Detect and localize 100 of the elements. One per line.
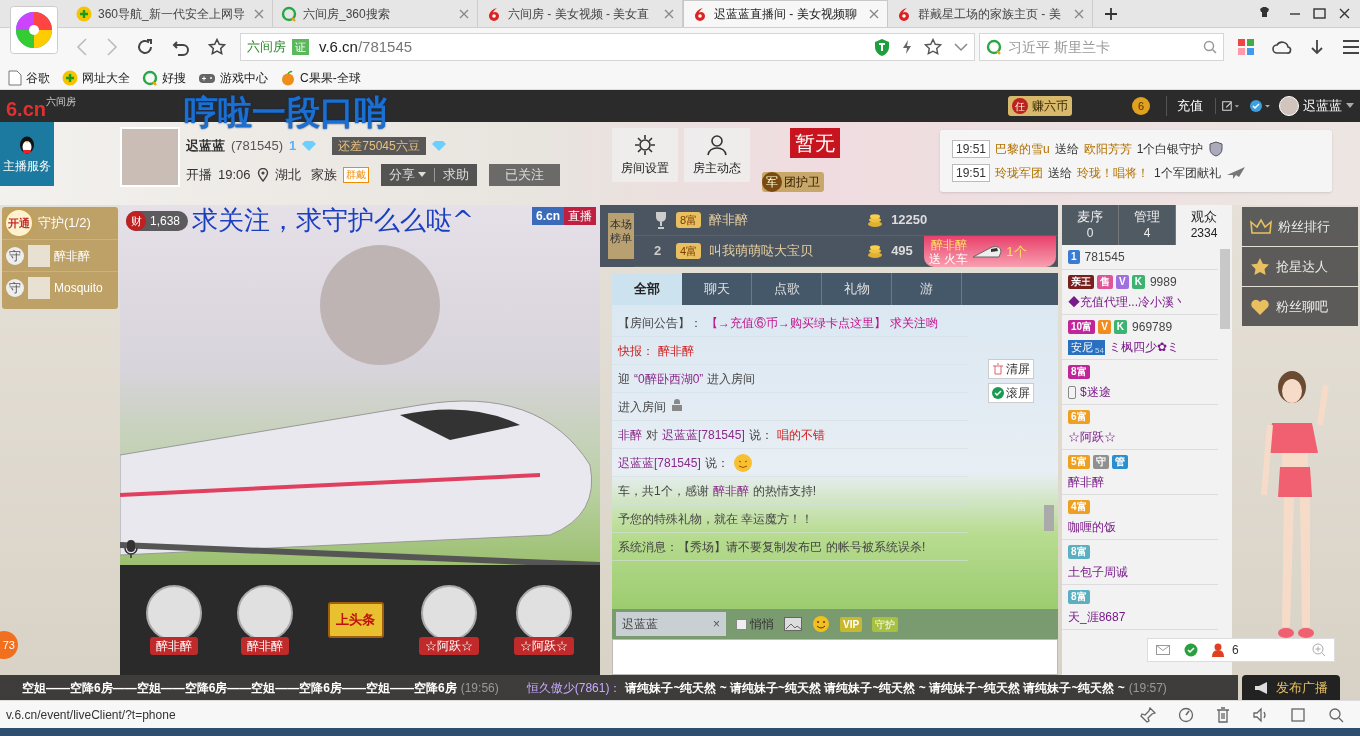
menu-icon[interactable] — [1342, 40, 1360, 54]
app-grid-icon[interactable] — [1238, 39, 1254, 55]
page-icon — [8, 69, 22, 86]
mail-icon[interactable] — [1156, 645, 1170, 655]
audience-item[interactable]: 5富 守 管 醉非醉 — [1062, 450, 1218, 495]
online-check-icon[interactable] — [1184, 643, 1198, 657]
publish-broadcast-button[interactable]: 发布广播 — [1242, 675, 1340, 700]
audience-item[interactable]: 6富 ☆阿跃☆ — [1062, 405, 1218, 450]
clear-screen-button[interactable]: 清屏 — [988, 359, 1034, 379]
scrollbar-thumb[interactable] — [1220, 249, 1230, 329]
scroll-lock-button[interactable]: 滚屏 — [988, 383, 1034, 403]
chat-input-field[interactable] — [612, 639, 1058, 675]
fruit-icon — [280, 69, 296, 86]
browser-tab[interactable]: 迟蓝蓝直播间 - 美女视频聊 — [683, 0, 888, 27]
browser-tab[interactable]: 群戴星工场的家族主页 - 美 — [888, 0, 1093, 27]
bookmark-link[interactable]: 谷歌 — [8, 68, 50, 87]
status-url: v.6.cn/event/liveClient/?t=phone — [6, 706, 176, 724]
audience-tab[interactable]: 管理 4 — [1119, 205, 1176, 245]
browser-tab[interactable]: 360导航_新一代安全上网导 — [68, 0, 273, 27]
guard-avatar — [28, 244, 50, 267]
user-name: 土包子周诚 — [1068, 564, 1128, 581]
chat-text: 予您的特殊礼物，就在 幸运魔方！！ — [618, 510, 814, 528]
audience-item[interactable]: 4富 咖喱的饭 — [1062, 495, 1218, 540]
whisper-checkbox[interactable]: 悄悄 — [736, 615, 774, 633]
open-guard-button[interactable]: 开通 — [4, 208, 34, 238]
room-tool-button[interactable]: 房主动态 — [684, 128, 750, 182]
new-tab-plus-icon[interactable] — [1104, 6, 1118, 21]
speaker-icon[interactable] — [1252, 706, 1268, 723]
site-logo-caption: 六间房 — [46, 94, 77, 107]
fan-menu-button[interactable]: 粉丝聊吧 — [1242, 287, 1358, 326]
bookmark-link[interactable]: 游戏中心 — [198, 68, 268, 87]
chat-target-field[interactable]: 迟蓝蓝 × — [616, 612, 726, 636]
guard-group-badge[interactable]: 军 团护卫 — [762, 172, 824, 192]
trash-icon[interactable] — [1216, 706, 1230, 723]
user-name: 醉非醉 — [1068, 474, 1104, 491]
diamond-icon — [431, 139, 446, 152]
smiley-icon[interactable] — [812, 615, 830, 633]
audience-tab[interactable]: 麦序 0 — [1062, 205, 1119, 245]
ticker-message: 空姐——空降6房——空姐——空降6房——空姐——空降6房——空姐——空降6房 — [22, 679, 457, 697]
audience-item[interactable]: 8富 天_涯8687 — [1062, 585, 1218, 630]
search-field[interactable]: 习近平 斯里兰卡 — [1007, 36, 1197, 58]
scrollbar-thumb[interactable] — [1044, 505, 1054, 531]
cloud-icon[interactable] — [1272, 39, 1292, 55]
star-icon[interactable] — [923, 38, 942, 56]
user-name: ☆阿跃☆ — [1068, 429, 1116, 446]
edit-icon[interactable] — [1215, 98, 1239, 114]
audience-item[interactable]: 8富 土包子周诚 — [1062, 540, 1218, 585]
ranker-name: 叫我萌萌哒大宝贝 — [709, 242, 815, 261]
user-name: $迷途 — [1080, 384, 1111, 401]
audience-item[interactable]: 1 781545 — [1062, 245, 1218, 270]
download-icon[interactable] — [1310, 39, 1324, 55]
chat-text: 【房间公告】： — [618, 314, 702, 332]
fan-menu-button[interactable]: 粉丝排行 — [1242, 207, 1358, 246]
clear-target-button[interactable]: × — [713, 615, 720, 633]
speed-icon[interactable] — [1178, 706, 1194, 723]
anchor-service-button[interactable]: 主播服务 — [0, 122, 54, 186]
plus-circle-icon — [62, 69, 78, 86]
guest-name: 醉非醉 — [240, 637, 289, 655]
user-name-link[interactable]: 迟蓝蓝 — [1303, 96, 1342, 116]
receiver-name: 欧阳芳芳 — [1083, 141, 1132, 158]
search-bar[interactable]: 习近平 斯里兰卡 — [978, 33, 1224, 61]
chat-text: 车，共1个，感谢 — [618, 482, 709, 500]
audience-item[interactable]: 8富 $迷途 — [1062, 360, 1218, 405]
coins-icon — [867, 244, 884, 258]
browser-logo-icon[interactable] — [10, 6, 58, 54]
dropdown-caret-icon[interactable] — [953, 42, 968, 52]
window-icon[interactable] — [1290, 706, 1306, 723]
follow-button[interactable]: 已关注 — [488, 164, 560, 186]
share-button[interactable]: 分享 — [380, 165, 434, 185]
wealth-badge: 4富 — [676, 242, 702, 260]
microphone-icon[interactable] — [124, 539, 138, 559]
reload-icon[interactable] — [136, 38, 154, 56]
browser-tab[interactable]: 六间房_360搜索 — [273, 0, 478, 27]
earn-coins-button[interactable]: 任 赚六币 — [1008, 96, 1072, 116]
user-badge: V — [1098, 320, 1111, 334]
shield-icon — [1208, 141, 1225, 157]
address-field[interactable]: 六间房 证 v.6.cn/781545 — [240, 33, 975, 61]
headline-sign[interactable]: 上头条 — [327, 602, 384, 638]
guard-badge: 守 — [6, 278, 24, 297]
lightning-icon[interactable] — [901, 39, 912, 55]
verified-check-icon[interactable] — [1249, 98, 1271, 114]
audience-item[interactable]: 亲王 售 V K 9989 ◆充值代理...冷小溪丶 — [1062, 270, 1218, 315]
pin-icon[interactable] — [1140, 706, 1156, 723]
fan-menu-button[interactable]: 抢星达人 — [1242, 247, 1358, 286]
bookmark-link[interactable]: C果果-全球 — [280, 68, 361, 87]
gift-action: 送 火车 — [929, 251, 969, 266]
heart-icon — [1250, 297, 1270, 316]
shield-icon[interactable] — [873, 38, 890, 56]
coin-badge[interactable]: 6 — [1132, 97, 1150, 115]
star-icon[interactable] — [208, 38, 226, 56]
undo-icon[interactable] — [172, 38, 190, 56]
help-button[interactable]: 求助 — [434, 165, 477, 185]
bookmark-link[interactable]: 网址大全 — [62, 68, 130, 87]
chat-tab[interactable]: 全部 — [612, 273, 682, 305]
chat-text: 对 — [646, 426, 658, 444]
search-icon[interactable] — [1328, 706, 1344, 723]
image-icon[interactable] — [784, 617, 802, 631]
recharge-link[interactable]: 充值 — [1166, 96, 1203, 116]
bookmark-link[interactable]: 好搜 — [142, 68, 186, 87]
room-tool-button[interactable]: 房间设置 — [612, 128, 678, 182]
